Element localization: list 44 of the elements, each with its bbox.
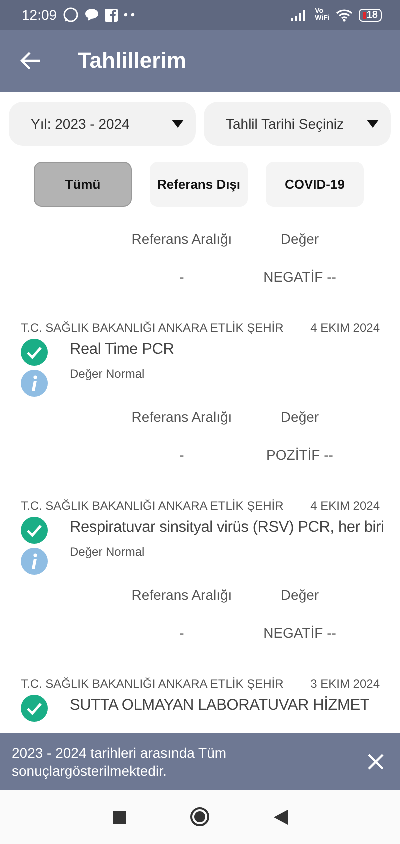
test-date: 3 EKIM 2024 (310, 677, 380, 691)
result-value: NEGATİF -- (264, 269, 336, 285)
reference-range: - (180, 447, 184, 463)
dropdown[interactable]: Yıl: 2023 - 2024 (9, 102, 196, 146)
dropdown[interactable]: Tahlil Tarihi Seçiniz (204, 102, 391, 146)
test-name[interactable]: Respiratuvar sinsityal virüs (RSV) PCR, her biri (70, 513, 390, 539)
clock: 12:09 (22, 7, 58, 23)
test-date: 4 EKIM 2024 (310, 321, 380, 335)
reference-range: - (180, 269, 184, 285)
wifi-icon (336, 8, 353, 22)
filter-tab[interactable]: Tümü (34, 162, 132, 207)
home-button[interactable] (190, 807, 210, 827)
message-icon (85, 8, 100, 22)
result-value: NEGATİF -- (264, 625, 336, 641)
battery-indicator: 18 (358, 8, 382, 22)
square-app-icon (105, 8, 118, 22)
institution-name: T.C. SAĞLIK BAKANLIĞI ANKARA ETLİK ŞEHİR (21, 499, 284, 513)
column-label: Referans Aralığı (132, 409, 232, 425)
filter-tab[interactable]: Referans Dışı (150, 162, 248, 207)
result-value: POZİTİF -- (266, 447, 334, 463)
back-arrow-icon[interactable] (20, 50, 42, 72)
page-title: Tahlillerim (78, 48, 186, 74)
back-button[interactable] (274, 810, 288, 824)
caret-icon (367, 120, 379, 128)
test-name[interactable]: Real Time PCR (70, 335, 390, 361)
test-date: 4 EKIM 2024 (310, 499, 380, 513)
institution-name: T.C. SAĞLIK BAKANLIĞI ANKARA ETLİK ŞEHİR (21, 677, 284, 691)
status-note: Değer Normal (70, 545, 146, 559)
reference-range: - (180, 625, 184, 641)
column-label: Referans Aralığı (132, 231, 232, 247)
snackbar-message: 2023 - 2024 tarihleri arasında Tüm sonuçlargösterilmektedir. (12, 744, 228, 780)
chat-bubble-icon (63, 7, 80, 23)
column-label: Referans Aralığı (132, 587, 232, 603)
column-label: Değer (280, 409, 320, 425)
status-note: Değer Normal (70, 367, 146, 381)
close-button[interactable] (366, 752, 386, 772)
column-label: Değer (280, 231, 320, 247)
caret-icon (172, 120, 184, 128)
column-label: Değer (280, 587, 320, 603)
filter-tab[interactable]: COVID-19 (266, 162, 364, 207)
recents-button[interactable] (112, 810, 126, 824)
more-icon (124, 13, 136, 17)
test-name[interactable]: SUTTA OLMAYAN LABORATUVAR HİZMET (70, 691, 390, 717)
institution-name: T.C. SAĞLIK BAKANLIĞI ANKARA ETLİK ŞEHİR (21, 321, 284, 335)
